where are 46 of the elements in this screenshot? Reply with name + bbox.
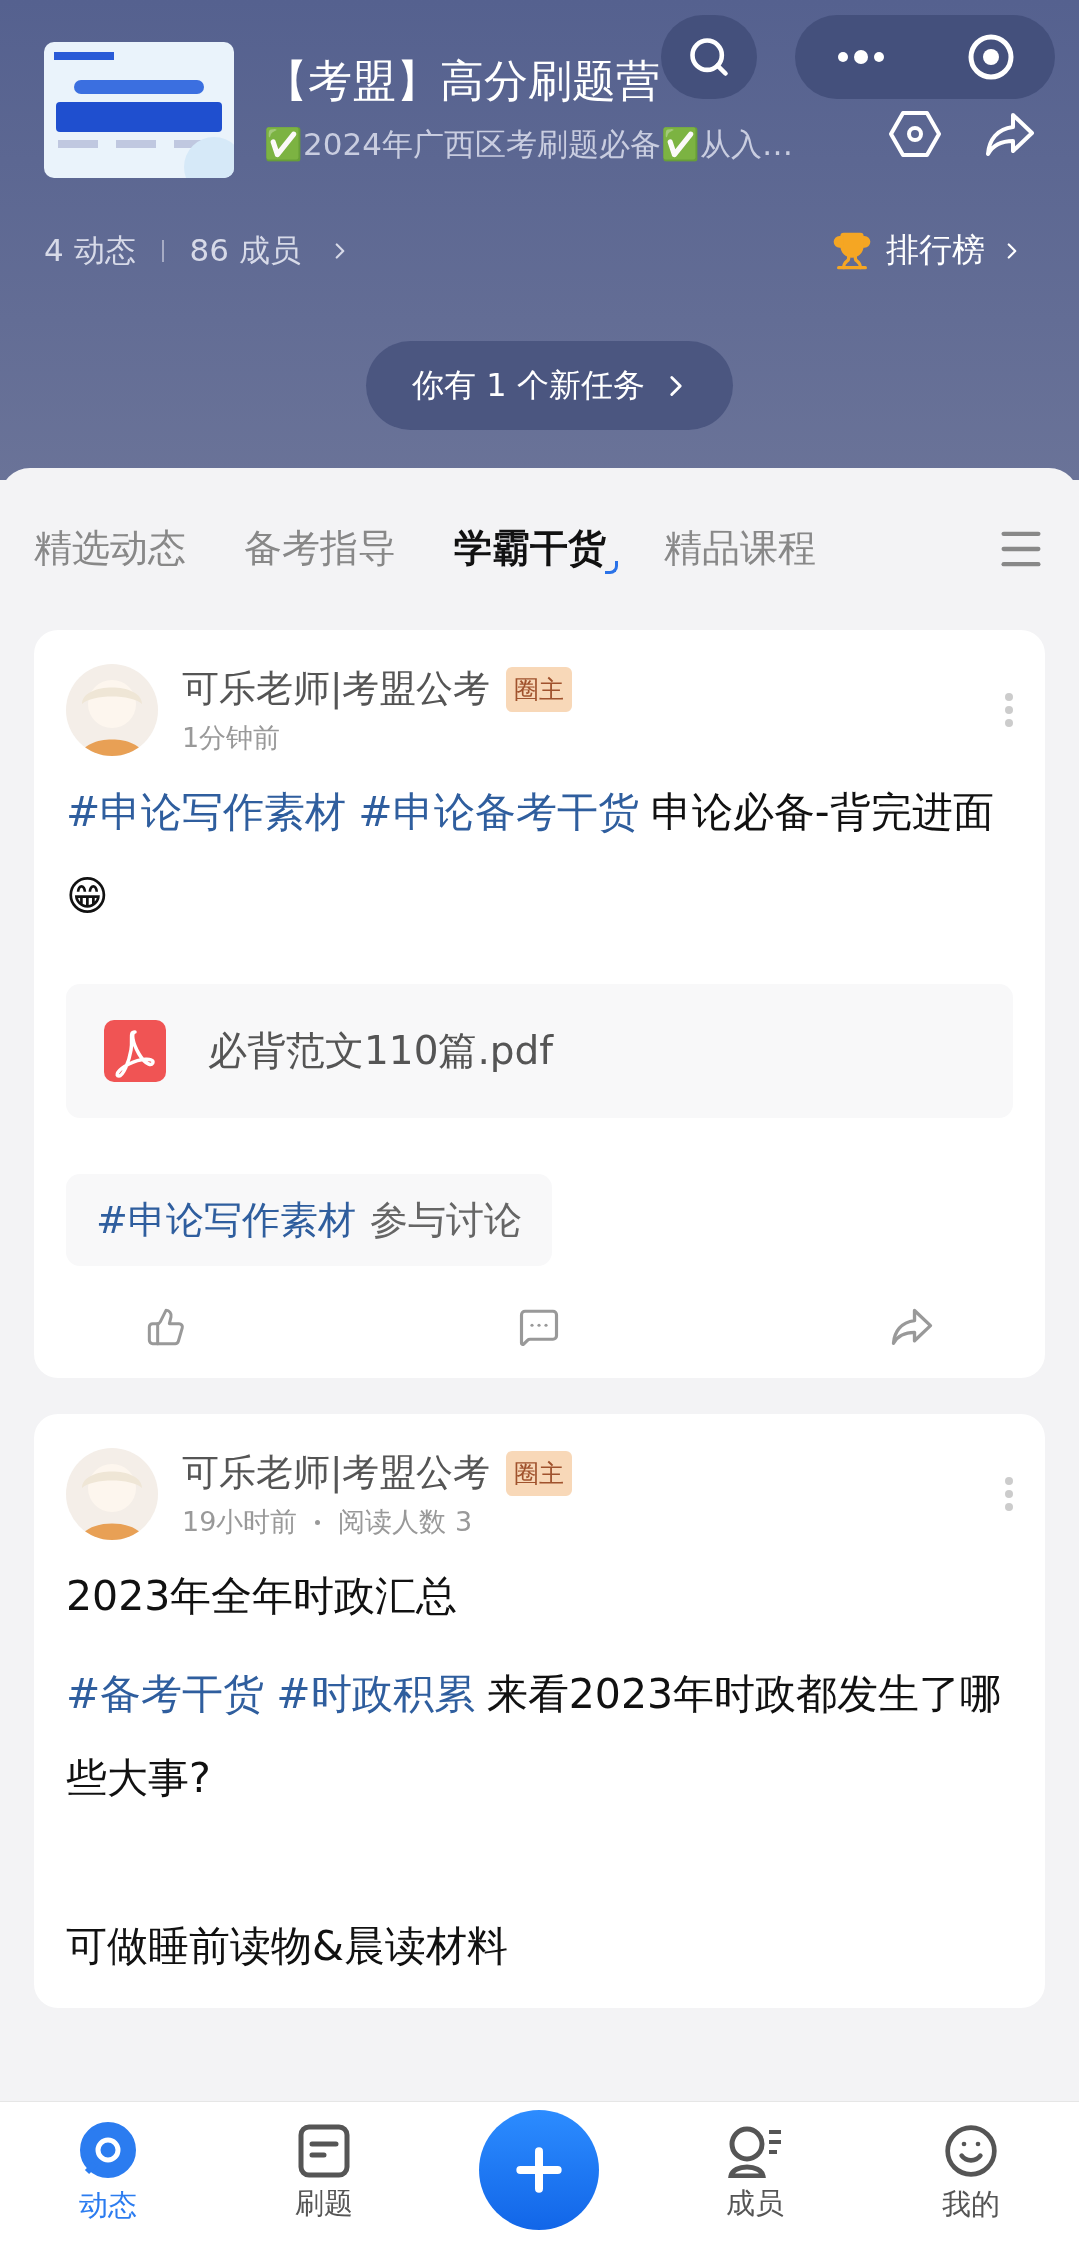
share-icon <box>985 111 1035 157</box>
post-text: 可做睡前读物&晨读材料 <box>66 1921 509 1972</box>
vertical-dots-icon <box>1005 693 1013 727</box>
nav-tab[interactable]: 动态 <box>47 2122 168 2226</box>
post-text: #申论写作素材 #申论备考干货 申论必备-背完进面😁 <box>66 787 995 922</box>
chat-icon <box>78 2122 137 2180</box>
stat-link[interactable]: 86 成员 <box>189 229 301 272</box>
nav-tab[interactable]: 成员 <box>695 2124 816 2224</box>
settings-icon <box>889 110 941 159</box>
post-meta: 19小时前 <box>182 1505 298 1539</box>
smile-icon <box>943 2123 1000 2179</box>
share-button[interactable] <box>985 110 1035 159</box>
file-attachment[interactable]: 必背范文110篇.pdf <box>66 984 1013 1118</box>
hashtag-link[interactable]: #备考干货 <box>66 1670 265 1718</box>
vertical-dots-icon <box>1005 1477 1013 1511</box>
hashtag-link[interactable]: #时政积累 <box>276 1670 475 1718</box>
author-name[interactable]: 可乐老师|考盟公考 <box>182 1448 491 1498</box>
task-banner[interactable]: 你有 1 个新任务 <box>366 341 733 430</box>
author-name[interactable]: 可乐老师|考盟公考 <box>182 664 491 714</box>
share-icon <box>891 1308 933 1346</box>
group-title: 【考盟】高分刷题营 <box>264 54 660 108</box>
post-meta: 阅读人数 3 <box>338 1505 473 1539</box>
share-button[interactable] <box>891 1306 933 1348</box>
post-text: 2023年全年时政汇总 <box>66 1571 459 1622</box>
topic-chip[interactable]: #申论写作素材 参与讨论 <box>66 1174 552 1266</box>
search-icon <box>687 35 731 79</box>
hashtag-link[interactable]: #申论写作素材 <box>66 788 347 836</box>
pdf-icon <box>104 1020 166 1082</box>
thumbs-up-icon <box>146 1307 186 1347</box>
settings-button[interactable] <box>889 110 941 159</box>
like-icon[interactable] <box>146 1306 186 1348</box>
stat-link[interactable]: 4 动态 <box>44 229 136 272</box>
nav-tab[interactable]: 我的 <box>911 2123 1032 2225</box>
owner-badge: 圈主 <box>506 666 573 712</box>
post-meta: 1分钟前 <box>182 721 281 755</box>
group-description: ✅2024年广西区考刷题必备✅从入… <box>264 125 793 165</box>
trophy-icon <box>832 230 872 271</box>
ranking-link[interactable]: 排行榜 <box>832 228 1025 273</box>
nav-tab[interactable]: 刷题 <box>263 2124 384 2224</box>
hashtag-link[interactable]: #申论备考干货 <box>358 788 639 836</box>
separator-dot <box>315 1519 321 1525</box>
notepad-icon <box>297 2124 350 2178</box>
post-text: #备考干货 #时政积累 来看2023年时政都发生了哪些大事? <box>66 1669 1003 1804</box>
tab[interactable]: 学霸干货 <box>454 522 620 576</box>
more-icon[interactable] <box>835 50 886 64</box>
owner-badge: 圈主 <box>506 1450 573 1496</box>
